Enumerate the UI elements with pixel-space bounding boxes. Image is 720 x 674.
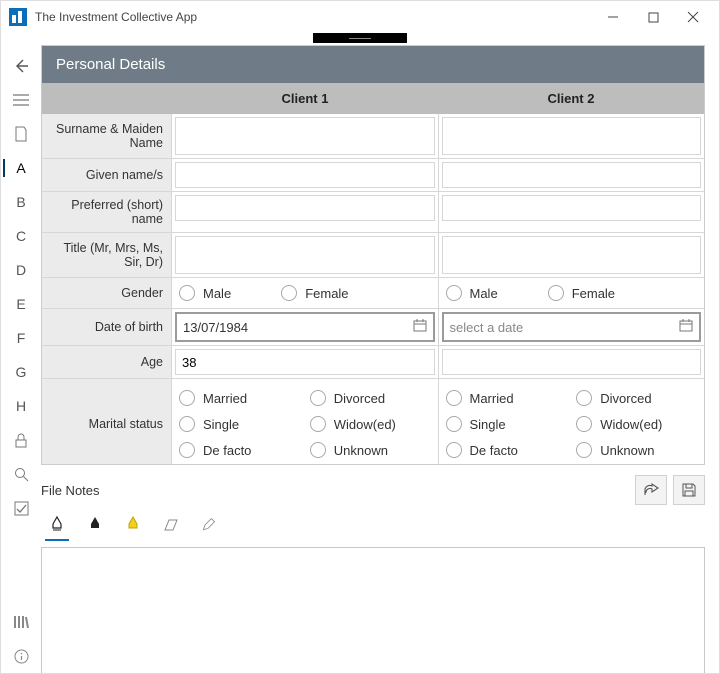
personal-details-card: Personal Details Client 1 Client 2 Surna… xyxy=(41,45,705,465)
pen-tool-2-icon[interactable] xyxy=(85,513,105,537)
marital-married-c1[interactable]: Married xyxy=(179,390,300,406)
marital-defacto-c1[interactable]: De facto xyxy=(179,442,300,458)
card-header: Personal Details xyxy=(42,46,704,83)
calendar-icon xyxy=(679,319,693,335)
label-given: Given name/s xyxy=(42,159,172,191)
library-icon[interactable] xyxy=(1,605,41,639)
content: Personal Details Client 1 Client 2 Surna… xyxy=(41,45,719,673)
checkbox-icon[interactable] xyxy=(1,491,41,525)
column-header-client1: Client 1 xyxy=(172,83,438,114)
sidebar-item-f[interactable]: F xyxy=(1,321,41,355)
marital-divorced-c2[interactable]: Divorced xyxy=(576,390,697,406)
sidebar-item-h[interactable]: H xyxy=(1,389,41,423)
marital-divorced-c1[interactable]: Divorced xyxy=(310,390,431,406)
minimize-button[interactable] xyxy=(593,3,633,31)
column-header-row: Client 1 Client 2 xyxy=(42,83,704,114)
gender-female-c1[interactable]: Female xyxy=(281,285,348,301)
sidebar-item-c[interactable]: C xyxy=(1,219,41,253)
label-age: Age xyxy=(42,346,172,378)
notes-canvas[interactable] xyxy=(41,547,705,673)
sidebar-item-b[interactable]: B xyxy=(1,185,41,219)
file-notes-section: File Notes xyxy=(41,475,705,673)
marital-married-c2[interactable]: Married xyxy=(446,390,567,406)
title-bar: The Investment Collective App xyxy=(1,1,719,33)
main-area: A B C D E F G H Personal Details Client … xyxy=(1,45,719,673)
lock-icon[interactable] xyxy=(1,423,41,457)
gender-male-c1[interactable]: Male xyxy=(179,285,231,301)
sidebar-item-d[interactable]: D xyxy=(1,253,41,287)
age-input-c1[interactable] xyxy=(175,349,435,375)
column-header-client2: Client 2 xyxy=(438,83,704,114)
label-gender: Gender xyxy=(42,278,172,308)
pencil-tool-icon[interactable] xyxy=(199,513,219,537)
eraser-tool-icon[interactable] xyxy=(161,513,181,537)
age-input-c2[interactable] xyxy=(442,349,702,375)
close-button[interactable] xyxy=(673,3,713,31)
top-strip xyxy=(1,33,719,45)
dob-input-c2[interactable]: select a date xyxy=(442,312,702,342)
back-button[interactable] xyxy=(1,49,41,83)
marital-single-c1[interactable]: Single xyxy=(179,416,300,432)
page-icon[interactable] xyxy=(1,117,41,151)
marital-unknown-c2[interactable]: Unknown xyxy=(576,442,697,458)
marital-widowed-c2[interactable]: Widow(ed) xyxy=(576,416,697,432)
marital-unknown-c1[interactable]: Unknown xyxy=(310,442,431,458)
hamburger-menu-icon[interactable] xyxy=(1,83,41,117)
file-notes-title: File Notes xyxy=(41,483,629,498)
given-input-c1[interactable] xyxy=(175,162,435,188)
dob-value-c1: 13/07/1984 xyxy=(183,320,248,335)
row-surname: Surname & Maiden Name xyxy=(42,114,704,158)
row-preferred: Preferred (short) name xyxy=(42,191,704,232)
label-marital: Marital status xyxy=(42,379,172,464)
row-gender: Gender Male Female Male Female xyxy=(42,277,704,308)
marital-defacto-c2[interactable]: De facto xyxy=(446,442,567,458)
row-marital: Marital status Married Divorced Single W… xyxy=(42,378,704,464)
app-title: The Investment Collective App xyxy=(35,10,593,24)
grab-handle[interactable] xyxy=(313,33,407,43)
search-icon[interactable] xyxy=(1,457,41,491)
dob-input-c1[interactable]: 13/07/1984 xyxy=(175,312,435,342)
row-given: Given name/s xyxy=(42,158,704,191)
label-title: Title (Mr, Mrs, Ms, Sir, Dr) xyxy=(42,233,172,277)
row-title: Title (Mr, Mrs, Ms, Sir, Dr) xyxy=(42,232,704,277)
save-button[interactable] xyxy=(673,475,705,505)
label-preferred: Preferred (short) name xyxy=(42,192,172,232)
preferred-input-c1[interactable] xyxy=(175,195,435,221)
form-body: Surname & Maiden Name Given name/s Prefe… xyxy=(42,114,704,464)
notes-toolbar xyxy=(41,513,705,539)
maximize-button[interactable] xyxy=(633,3,673,31)
title-input-c2[interactable] xyxy=(442,236,702,274)
sidebar: A B C D E F G H xyxy=(1,45,41,673)
dob-placeholder-c2: select a date xyxy=(450,320,524,335)
share-button[interactable] xyxy=(635,475,667,505)
gender-male-c2[interactable]: Male xyxy=(446,285,498,301)
title-input-c1[interactable] xyxy=(175,236,435,274)
highlighter-tool-icon[interactable] xyxy=(123,513,143,537)
pen-tool-1-icon[interactable] xyxy=(47,513,67,537)
preferred-input-c2[interactable] xyxy=(442,195,702,221)
app-icon xyxy=(9,8,27,26)
marital-widowed-c1[interactable]: Widow(ed) xyxy=(310,416,431,432)
row-dob: Date of birth 13/07/1984 select a date xyxy=(42,308,704,345)
marital-single-c2[interactable]: Single xyxy=(446,416,567,432)
label-surname: Surname & Maiden Name xyxy=(42,114,172,158)
sidebar-item-e[interactable]: E xyxy=(1,287,41,321)
info-icon[interactable] xyxy=(1,639,41,673)
surname-input-c2[interactable] xyxy=(442,117,702,155)
label-dob: Date of birth xyxy=(42,309,172,345)
surname-input-c1[interactable] xyxy=(175,117,435,155)
sidebar-item-g[interactable]: G xyxy=(1,355,41,389)
calendar-icon xyxy=(413,319,427,335)
given-input-c2[interactable] xyxy=(442,162,702,188)
gender-female-c2[interactable]: Female xyxy=(548,285,615,301)
app-window: The Investment Collective App A B C D E … xyxy=(0,0,720,674)
sidebar-item-a[interactable]: A xyxy=(1,151,41,185)
row-age: Age xyxy=(42,345,704,378)
